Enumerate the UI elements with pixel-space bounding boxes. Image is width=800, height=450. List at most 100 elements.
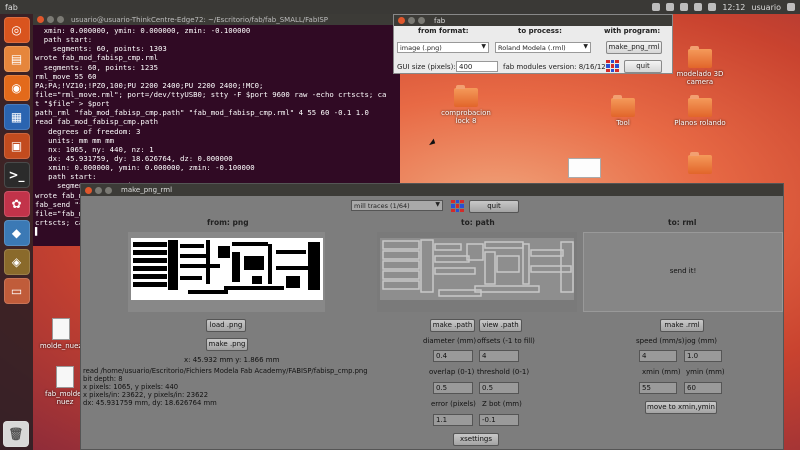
mode-select[interactable]: mill traces (1/64) ▼ — [351, 200, 443, 211]
desktop-icon-label: comprobacion lock 8 — [441, 109, 491, 125]
make-png-button[interactable]: make .png — [206, 338, 248, 351]
minimize-icon[interactable] — [95, 186, 102, 194]
to-path-label: to: path — [461, 218, 495, 227]
load-png-button[interactable]: load .png — [206, 319, 246, 332]
make-png-rml-window[interactable]: make_png_rml mill traces (1/64) ▼ quit f… — [80, 183, 784, 450]
document-icon — [56, 366, 74, 388]
view-path-button[interactable]: view .path — [479, 319, 522, 332]
mode-value: mill traces (1/64) — [354, 202, 410, 210]
png-titlebar[interactable]: make_png_rml — [81, 184, 783, 196]
close-icon[interactable] — [37, 16, 44, 23]
document-icon — [52, 318, 70, 340]
xmin-label: xmin (mm) — [642, 368, 681, 376]
error-input[interactable]: 1.1 — [433, 414, 473, 426]
terminal-icon[interactable]: >_ — [3, 162, 30, 188]
terminal-line: xmin: 0.000000, ymin: 0.000000, zmin: -0… — [35, 26, 251, 35]
terminal-line: rml_move 55 60 — [35, 71, 97, 81]
minimize-icon[interactable] — [47, 16, 54, 23]
terminal-line: t "$file" > $port — [35, 99, 110, 109]
folder-comprobacion[interactable]: comprobacion lock 8 — [431, 85, 501, 125]
folder-icon — [688, 152, 712, 174]
error-label: error (pixels) — [431, 400, 476, 408]
user-menu[interactable]: usuario — [751, 3, 781, 12]
keyboard-icon[interactable] — [666, 3, 675, 11]
close-icon[interactable] — [85, 186, 92, 194]
mail-icon[interactable] — [652, 3, 661, 11]
power-icon[interactable] — [787, 3, 795, 11]
ubuntu-icon[interactable]: ◎ — [3, 17, 30, 43]
fab-window[interactable]: fab from format: to process: with progra… — [393, 14, 673, 74]
overlap-label: overlap (0-1) — [429, 368, 475, 376]
xsettings-button[interactable]: xsettings — [453, 433, 499, 446]
tool-icon[interactable]: ◈ — [3, 249, 30, 275]
offsets-input[interactable]: 4 — [479, 350, 519, 362]
folder-right[interactable] — [665, 152, 735, 176]
desktop-icon-label: Planos rolando — [674, 119, 726, 127]
toolpath-image — [380, 238, 574, 300]
trash-icon[interactable]: 🗑 — [3, 421, 29, 447]
from-format-value: image (.png) — [400, 44, 442, 52]
quit-button[interactable]: quit — [469, 200, 519, 213]
rml-preview: send it! — [583, 232, 783, 312]
gui-size-input[interactable]: 400 — [456, 61, 498, 72]
maximize-icon[interactable] — [105, 186, 112, 194]
speed-input[interactable]: 4 — [639, 350, 677, 362]
threshold-input[interactable]: 0.5 — [479, 382, 519, 394]
close-icon[interactable] — [398, 17, 405, 24]
settings-icon[interactable]: ✿ — [3, 191, 30, 217]
volume-icon[interactable] — [708, 3, 717, 11]
minimize-icon[interactable] — [408, 17, 415, 24]
send-it-label: send it! — [669, 267, 697, 275]
overlap-input[interactable]: 0.5 — [433, 382, 473, 394]
terminal-line: degrees of freedom: 3 — [35, 126, 141, 136]
folder-tool[interactable]: Tool — [588, 95, 658, 127]
launcher: ◎ ▤ ◉ ▦ ▣ >_ ✿ ◆ ◈ ▭ 🗑 — [0, 14, 33, 450]
jog-label: jog (mm) — [685, 337, 717, 345]
version-label: fab modules version: 8/16/12 — [503, 63, 606, 71]
maximize-icon[interactable] — [57, 16, 64, 23]
terminal-title: usuario@usuario-ThinkCentre-Edge72: ~/Es… — [71, 15, 329, 24]
folder-modelado[interactable]: modelado 3D camera — [665, 46, 735, 86]
terminal-line: wrote fab_mod_fabisp_cmp.rml — [35, 53, 159, 63]
python-icon[interactable]: ◆ — [3, 220, 30, 246]
from-format-select[interactable]: image (.png) ▼ — [397, 42, 489, 53]
jog-input[interactable]: 1.0 — [684, 350, 722, 362]
make-rml-button[interactable]: make .rml — [660, 319, 704, 332]
make-path-button[interactable]: make .path — [430, 319, 475, 332]
fab-title: fab — [434, 16, 446, 25]
fab-titlebar[interactable]: fab — [394, 15, 672, 26]
folder-planos[interactable]: Planos rolando — [665, 95, 735, 127]
folder-icon — [688, 46, 712, 68]
fab-logo-icon — [451, 200, 464, 212]
bluetooth-icon[interactable] — [680, 3, 689, 11]
quit-button[interactable]: quit — [624, 60, 662, 73]
battery-icon[interactable] — [694, 3, 703, 11]
zbot-label: Z bot (mm) — [482, 400, 522, 408]
chevron-down-icon: ▼ — [481, 43, 486, 50]
clock[interactable]: 12:12 — [722, 3, 745, 12]
to-rml-label: to: rml — [668, 218, 697, 227]
move-to-xmin-ymin-button[interactable]: move to xmin,ymin — [645, 401, 717, 414]
program-button[interactable]: make_png_rml — [606, 41, 662, 54]
diameter-input[interactable]: 0.4 — [433, 350, 473, 362]
terminal-line: xmin: 0.000000, ymin: 0.000000, zmin: -0… — [35, 163, 255, 173]
threshold-label: threshold (0-1) — [477, 368, 530, 376]
offsets-label: offsets (-1 to fill) — [477, 337, 535, 345]
ymin-input[interactable]: 60 — [684, 382, 722, 394]
to-process-label: to process: — [518, 27, 562, 35]
window-icon[interactable]: ▭ — [3, 278, 30, 304]
terminal-titlebar[interactable]: usuario@usuario-ThinkCentre-Edge72: ~/Es… — [33, 14, 400, 25]
image-thumbnail[interactable] — [568, 158, 601, 178]
folder-icon — [611, 95, 635, 117]
zbot-input[interactable]: -0.1 — [479, 414, 519, 426]
files-icon[interactable]: ▤ — [3, 46, 30, 72]
info-line: x pixels/in: 23622, y pixels/in: 23622 — [83, 391, 209, 399]
scale-text: x: 45.932 mm y: 1.866 mm — [184, 356, 280, 364]
writer-icon[interactable]: ▦ — [3, 104, 30, 130]
xmin-input[interactable]: 55 — [639, 382, 677, 394]
ymin-label: ymin (mm) — [686, 368, 725, 376]
to-process-select[interactable]: Roland Modela (.rml) ▼ — [495, 42, 591, 53]
maximize-icon[interactable] — [418, 17, 425, 24]
firefox-icon[interactable]: ◉ — [3, 75, 30, 101]
impress-icon[interactable]: ▣ — [3, 133, 30, 159]
